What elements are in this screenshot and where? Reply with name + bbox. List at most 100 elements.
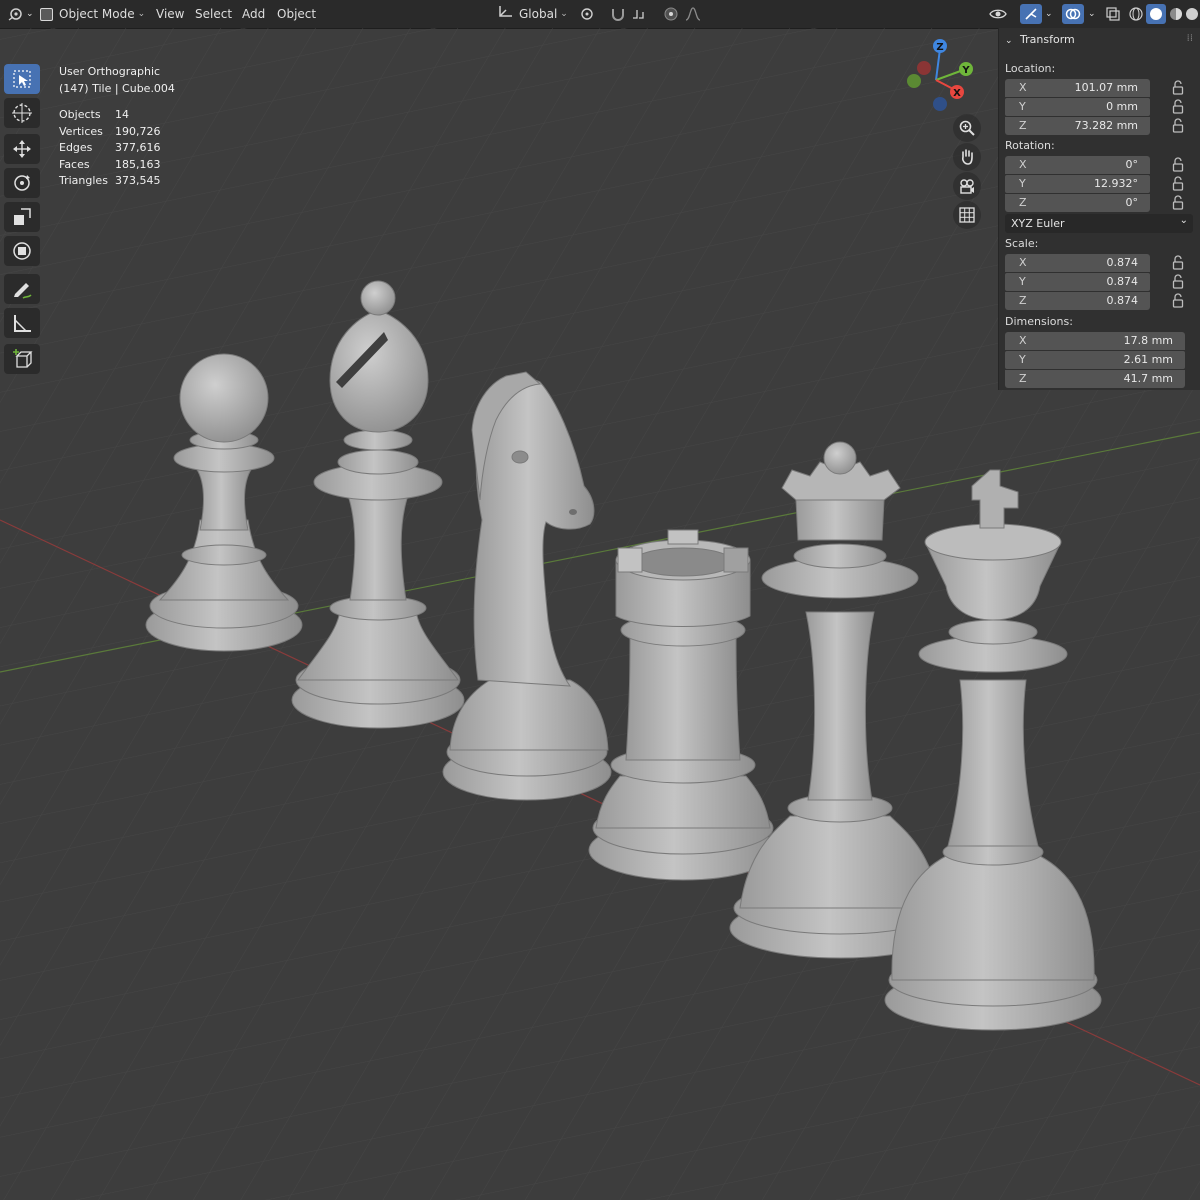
- rotation-y-field[interactable]: Y 12.932°: [1005, 175, 1150, 193]
- transform-orientation-label: Global: [519, 7, 558, 21]
- overlay-caret[interactable]: ⌄: [1088, 3, 1096, 25]
- annotate-icon: [14, 283, 32, 299]
- y-axis-label: Y: [961, 65, 970, 76]
- lock-icon[interactable]: [1171, 80, 1185, 96]
- dimensions-label: Dimensions:: [1005, 315, 1073, 328]
- scale-label: Scale:: [1005, 237, 1039, 250]
- editor-type-caret[interactable]: ⌄: [26, 3, 34, 25]
- chevron-down-icon: ⌄: [1005, 36, 1013, 46]
- shading-solid-icon[interactable]: [1146, 4, 1166, 24]
- menu-add[interactable]: Add: [242, 3, 265, 25]
- location-z-field[interactable]: Z 73.282 mm: [1005, 117, 1150, 135]
- lock-icon[interactable]: [1171, 118, 1185, 134]
- snap-icon[interactable]: [608, 4, 628, 24]
- scale-z-field[interactable]: Z 0.874: [1005, 292, 1150, 310]
- rotate-icon: [14, 175, 30, 191]
- rotation-x-field[interactable]: X 0°: [1005, 156, 1150, 174]
- viewport-header: ⌄ Object Mode ⌄ View Select Add Object G…: [0, 0, 1200, 29]
- select-box-tool[interactable]: [4, 64, 40, 94]
- snap-target-icon[interactable]: [630, 4, 650, 24]
- dimensions-x-field[interactable]: X 17.8 mm: [1005, 332, 1185, 350]
- z-axis-label: Z: [936, 42, 943, 53]
- zoom-button[interactable]: [953, 114, 981, 142]
- chevron-down-icon: ⌄: [560, 9, 568, 19]
- lock-icon[interactable]: [1171, 176, 1185, 192]
- mode-label: Object Mode: [59, 7, 135, 21]
- chevron-down-icon: ⌄: [1179, 215, 1188, 226]
- gizmo-caret[interactable]: ⌄: [1045, 3, 1053, 25]
- stat-row: Edges 377,616: [59, 141, 161, 154]
- rotate-tool[interactable]: [4, 168, 40, 198]
- dimensions-y-field[interactable]: Y 2.61 mm: [1005, 351, 1185, 369]
- proportional-edit-icon[interactable]: [661, 4, 681, 24]
- location-x-field[interactable]: X 101.07 mm: [1005, 79, 1150, 97]
- stat-row: Triangles 373,545: [59, 174, 161, 187]
- mode-dropdown[interactable]: Object Mode ⌄: [40, 3, 145, 25]
- menu-object[interactable]: Object: [277, 3, 316, 25]
- camera-icon: [960, 179, 974, 194]
- overlay-icon[interactable]: [1062, 4, 1084, 24]
- shading-wireframe-icon[interactable]: [1126, 4, 1146, 24]
- visibility-icon[interactable]: [988, 4, 1008, 24]
- transform-panel-title: Transform: [1020, 33, 1075, 46]
- menu-view[interactable]: View: [156, 3, 184, 25]
- ortho-toggle-button[interactable]: [953, 201, 981, 229]
- viewport-info: User Orthographic (147) Tile | Cube.004 …: [59, 64, 175, 190]
- lock-icon[interactable]: [1171, 293, 1185, 309]
- pivot-icon[interactable]: [578, 4, 598, 24]
- drag-handle-icon[interactable]: ⁞⁞: [1187, 33, 1193, 44]
- navigation-gizmo[interactable]: Z Y X: [900, 36, 980, 116]
- editor-type-icon[interactable]: [6, 4, 26, 24]
- scale-x-field[interactable]: X 0.874: [1005, 254, 1150, 272]
- transform-tool[interactable]: [4, 236, 40, 266]
- falloff-icon[interactable]: [683, 4, 703, 24]
- object-info: (147) Tile | Cube.004: [59, 81, 175, 95]
- zoom-icon: [959, 120, 975, 136]
- lock-icon[interactable]: [1171, 274, 1185, 290]
- xray-icon[interactable]: [1103, 4, 1123, 24]
- stat-row: Objects 14: [59, 108, 129, 121]
- pan-button[interactable]: [953, 143, 981, 171]
- rotation-mode-dropdown[interactable]: XYZ Euler ⌄: [1005, 214, 1193, 233]
- stat-row: Vertices 190,726: [59, 124, 161, 138]
- shading-material-icon[interactable]: [1166, 4, 1186, 24]
- location-label: Location:: [1005, 62, 1056, 75]
- rotation-mode-label: XYZ Euler: [1011, 217, 1065, 230]
- lock-icon[interactable]: [1171, 255, 1185, 271]
- scale-tool[interactable]: [4, 202, 40, 232]
- transform-orientation-dropdown[interactable]: Global ⌄: [498, 3, 568, 25]
- view-name: User Orthographic: [59, 65, 161, 78]
- scale-icon: [14, 208, 31, 225]
- add-cube-icon: [13, 349, 33, 368]
- grid-icon: [959, 207, 975, 223]
- rotation-z-field[interactable]: Z 0°: [1005, 194, 1150, 212]
- camera-view-button[interactable]: [953, 172, 981, 200]
- cursor-tool[interactable]: [4, 98, 40, 128]
- x-axis-label: X: [953, 88, 961, 99]
- cursor-icon: [12, 103, 32, 123]
- transform-icon: [13, 242, 31, 260]
- lock-icon[interactable]: [1171, 157, 1185, 173]
- dimensions-z-field[interactable]: Z 41.7 mm: [1005, 370, 1185, 388]
- move-tool[interactable]: [4, 134, 40, 164]
- scale-y-field[interactable]: Y 0.874: [1005, 273, 1150, 291]
- location-y-field[interactable]: Y0 mm: [1005, 98, 1150, 116]
- stat-row: Faces 185,163: [59, 157, 161, 171]
- menu-select[interactable]: Select: [195, 3, 232, 25]
- move-icon: [13, 140, 31, 158]
- lock-icon[interactable]: [1171, 195, 1185, 211]
- add-cube-tool[interactable]: [4, 344, 40, 374]
- gizmo-icon[interactable]: [1020, 4, 1042, 24]
- measure-tool[interactable]: [4, 308, 40, 338]
- hand-icon: [962, 149, 973, 165]
- transform-orientation-icon: [498, 3, 514, 25]
- object-mode-icon: [40, 7, 53, 21]
- lock-icon[interactable]: [1171, 99, 1185, 115]
- rotation-label: Rotation:: [1005, 139, 1055, 152]
- shading-rendered-icon[interactable]: [1184, 4, 1200, 24]
- chevron-down-icon: ⌄: [137, 9, 146, 19]
- n-panel-sidebar: ⌄ Transform ⁞⁞ Location: X 101.07 mm Y0 m…: [998, 28, 1200, 390]
- transform-panel-header[interactable]: ⌄ Transform: [1005, 33, 1075, 46]
- annotate-tool[interactable]: [4, 274, 40, 304]
- measure-icon: [14, 315, 31, 332]
